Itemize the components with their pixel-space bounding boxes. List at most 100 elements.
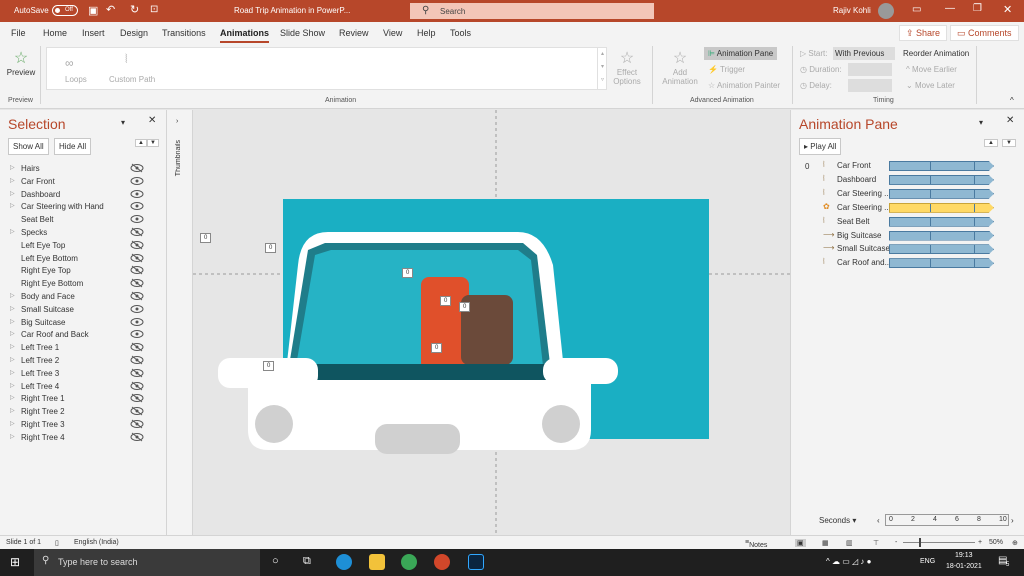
expand-icon[interactable]: ▷: [10, 407, 15, 414]
pane-options-icon[interactable]: ▾: [121, 118, 125, 127]
play-all-button[interactable]: ▸ Play All: [799, 138, 842, 155]
eye-icon[interactable]: [130, 304, 144, 314]
eye-hidden-icon[interactable]: [130, 368, 144, 378]
selection-item[interactable]: Left Eye Top: [10, 240, 160, 252]
animation-gallery[interactable]: ∞ Loops ⦚ Custom Path ▴ ▾ ▿: [46, 47, 607, 90]
tab-slide-show[interactable]: Slide Show: [280, 28, 325, 38]
eye-hidden-icon[interactable]: [130, 381, 144, 391]
notes-button[interactable]: ≡ Notes: [745, 539, 767, 549]
selection-item[interactable]: ▷ Left Tree 4: [10, 381, 160, 393]
undo-icon[interactable]: ↶: [106, 3, 115, 16]
expand-icon[interactable]: ▷: [10, 305, 15, 312]
slide-canvas[interactable]: 0 0 0 0 0 0 0: [193, 110, 790, 535]
slide-sorter-icon[interactable]: ▦: [822, 539, 829, 547]
selection-item[interactable]: Right Eye Top: [10, 265, 160, 277]
selection-item[interactable]: ▷ Body and Face: [10, 291, 160, 303]
animation-item[interactable]: ⦚ Dashboard: [799, 174, 1014, 186]
chrome-icon[interactable]: [401, 554, 417, 570]
powerpoint-icon[interactable]: [434, 554, 450, 570]
selection-item[interactable]: Seat Belt: [10, 214, 160, 226]
selection-item[interactable]: ▷ Dashboard: [10, 189, 160, 201]
tab-transitions[interactable]: Transitions: [162, 28, 206, 38]
expand-icon[interactable]: ▷: [10, 343, 15, 350]
zoom-out[interactable]: -: [895, 539, 897, 546]
file-explorer-icon[interactable]: [369, 554, 385, 570]
expand-icon[interactable]: ▷: [10, 356, 15, 363]
close-icon[interactable]: ✕: [1003, 3, 1012, 16]
expand-icon[interactable]: ▷: [10, 433, 15, 440]
preview-button[interactable]: ☆ Preview: [6, 48, 36, 77]
timeline-scroll-left[interactable]: ‹: [877, 516, 880, 525]
normal-view-icon[interactable]: ▣: [795, 539, 806, 547]
slideshow-icon[interactable]: ⊤: [873, 539, 879, 547]
delay-input[interactable]: [848, 79, 892, 92]
animation-item[interactable]: ⦚ Car Roof and...: [799, 257, 1014, 269]
show-all-button[interactable]: Show All: [8, 138, 49, 155]
eye-hidden-icon[interactable]: [130, 406, 144, 416]
send-backward-button[interactable]: ▼: [147, 139, 159, 147]
timeline-bar[interactable]: [889, 230, 994, 241]
expand-icon[interactable]: ▷: [10, 420, 15, 427]
save-icon[interactable]: ▣: [88, 4, 98, 17]
gallery-scroll[interactable]: ▴ ▾ ▿: [597, 48, 607, 89]
timeline-ruler[interactable]: 0 2 4 6 8 10: [885, 514, 1009, 526]
eye-hidden-icon[interactable]: [130, 265, 144, 275]
user-name[interactable]: Rajiv Kohli: [833, 6, 871, 15]
restore-icon[interactable]: ❐: [973, 3, 982, 14]
selection-item[interactable]: ▷ Big Suitcase: [10, 317, 160, 329]
expand-icon[interactable]: ▷: [10, 369, 15, 376]
eye-hidden-icon[interactable]: [130, 163, 144, 173]
edge-icon[interactable]: [336, 554, 352, 570]
animation-item[interactable]: ⦚ Car Steering ...: [799, 188, 1014, 200]
tab-help[interactable]: Help: [417, 28, 436, 38]
cortana-icon[interactable]: ○: [272, 555, 279, 567]
timeline-bar[interactable]: [889, 174, 994, 185]
task-view-icon[interactable]: ⧉: [303, 555, 311, 568]
selection-item[interactable]: ▷ Car Steering with Hand: [10, 201, 160, 213]
animation-tag[interactable]: 0: [431, 343, 443, 353]
avatar[interactable]: [878, 3, 894, 19]
document-title[interactable]: Road Trip Animation in PowerP...: [234, 6, 350, 15]
eye-hidden-icon[interactable]: [130, 393, 144, 403]
selection-item[interactable]: ▷ Right Tree 3: [10, 419, 160, 431]
eye-hidden-icon[interactable]: [130, 342, 144, 352]
duration-input[interactable]: [848, 63, 892, 76]
seconds-dropdown[interactable]: Seconds ▾: [819, 516, 856, 525]
animation-tag[interactable]: 0: [440, 296, 452, 306]
tab-design[interactable]: Design: [120, 28, 148, 38]
selection-item[interactable]: ▷ Car Roof and Back: [10, 329, 160, 341]
close-pane-icon[interactable]: ✕: [148, 115, 156, 126]
expand-icon[interactable]: ▷: [10, 190, 15, 197]
reading-view-icon[interactable]: ▥: [846, 539, 853, 547]
expand-icon[interactable]: ▷: [10, 177, 15, 184]
eye-icon[interactable]: [130, 317, 144, 327]
selection-item[interactable]: ▷ Right Tree 4: [10, 432, 160, 444]
selection-item[interactable]: Right Eye Bottom: [10, 278, 160, 290]
selection-item[interactable]: ▷ Left Tree 3: [10, 368, 160, 380]
tab-view[interactable]: View: [383, 28, 402, 38]
timeline-scroll-right[interactable]: ›: [1011, 516, 1014, 525]
selection-item[interactable]: ▷ Hairs: [10, 163, 160, 175]
zoom-thumb[interactable]: [919, 538, 921, 547]
taskbar-search[interactable]: ⚲ Type here to search: [34, 549, 260, 576]
eye-hidden-icon[interactable]: [130, 227, 144, 237]
expand-thumbnails-icon[interactable]: ›: [176, 118, 178, 125]
hide-all-button[interactable]: Hide All: [54, 138, 92, 155]
animation-painter-button[interactable]: ☆ Animation Painter: [708, 81, 780, 90]
tab-home[interactable]: Home: [43, 28, 67, 38]
timeline-bar[interactable]: [889, 188, 994, 199]
start-select[interactable]: With Previous: [833, 47, 895, 60]
present-icon[interactable]: ⊡: [150, 4, 158, 15]
eye-icon[interactable]: [130, 201, 144, 211]
move-later-button[interactable]: ⌄ Move Later: [906, 81, 955, 90]
loops-option[interactable]: Loops: [65, 75, 87, 84]
eye-icon[interactable]: [130, 189, 144, 199]
effect-options-button[interactable]: ☆ Effect Options: [612, 48, 642, 86]
zoom-slider[interactable]: [903, 542, 975, 543]
animation-item[interactable]: ⟶ Big Suitcase: [799, 230, 1014, 242]
custom-path-option[interactable]: Custom Path: [109, 75, 155, 84]
animation-item[interactable]: ⟶ Small Suitcase: [799, 243, 1014, 255]
timeline-bar[interactable]: [889, 258, 994, 269]
tab-tools[interactable]: Tools: [450, 28, 471, 38]
selection-item[interactable]: ▷ Car Front: [10, 176, 160, 188]
